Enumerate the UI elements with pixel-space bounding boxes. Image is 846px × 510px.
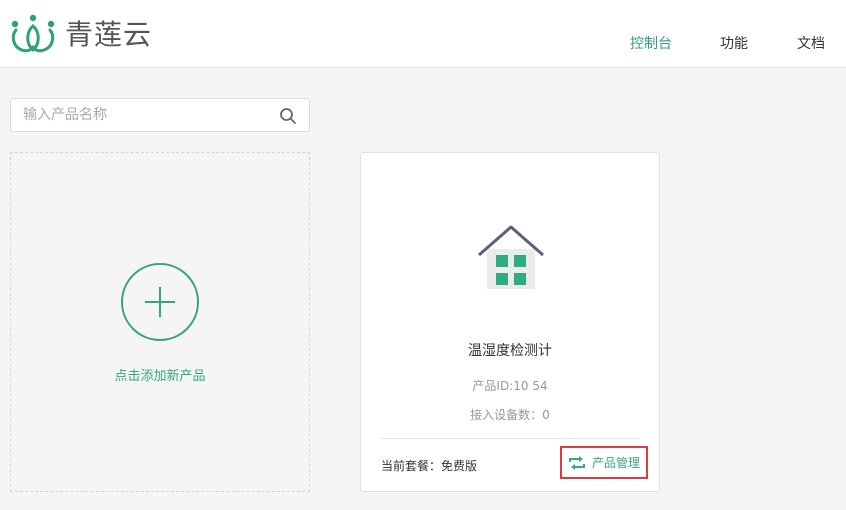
product-card: 温湿度检测计 产品ID:10 54 接入设备数：0 当前套餐：免费版 产品管理 — [360, 152, 660, 492]
search-box — [10, 98, 310, 132]
nav-features[interactable]: 功能 — [720, 33, 748, 53]
card-divider — [381, 438, 639, 439]
search-input[interactable] — [23, 99, 273, 131]
add-product-label[interactable]: 点击添加新产品 — [11, 365, 309, 384]
sync-icon — [568, 455, 585, 470]
plus-circle-icon[interactable] — [121, 263, 199, 341]
logo[interactable]: 青莲云 — [10, 14, 152, 56]
nav-docs[interactable]: 文档 — [797, 33, 825, 53]
logo-text: 青莲云 — [65, 18, 153, 51]
lotus-logo-icon — [11, 14, 55, 53]
product-name: 温湿度检测计 — [468, 343, 552, 359]
product-manage-label: 产品管理 — [591, 456, 640, 470]
product-id: 产品ID:10 54 — [472, 379, 548, 393]
house-icon — [478, 225, 544, 289]
device-count: 接入设备数：0 — [470, 408, 550, 422]
nav-console[interactable]: 控制台 — [630, 33, 672, 53]
plan-info: 当前套餐：免费版 — [381, 459, 478, 473]
add-product-card[interactable]: 点击添加新产品 — [10, 152, 310, 492]
top-header: 青莲云 控制台 功能 文档 — [0, 0, 846, 68]
product-manage-button[interactable]: 产品管理 — [560, 446, 648, 479]
search-icon[interactable] — [279, 107, 297, 125]
